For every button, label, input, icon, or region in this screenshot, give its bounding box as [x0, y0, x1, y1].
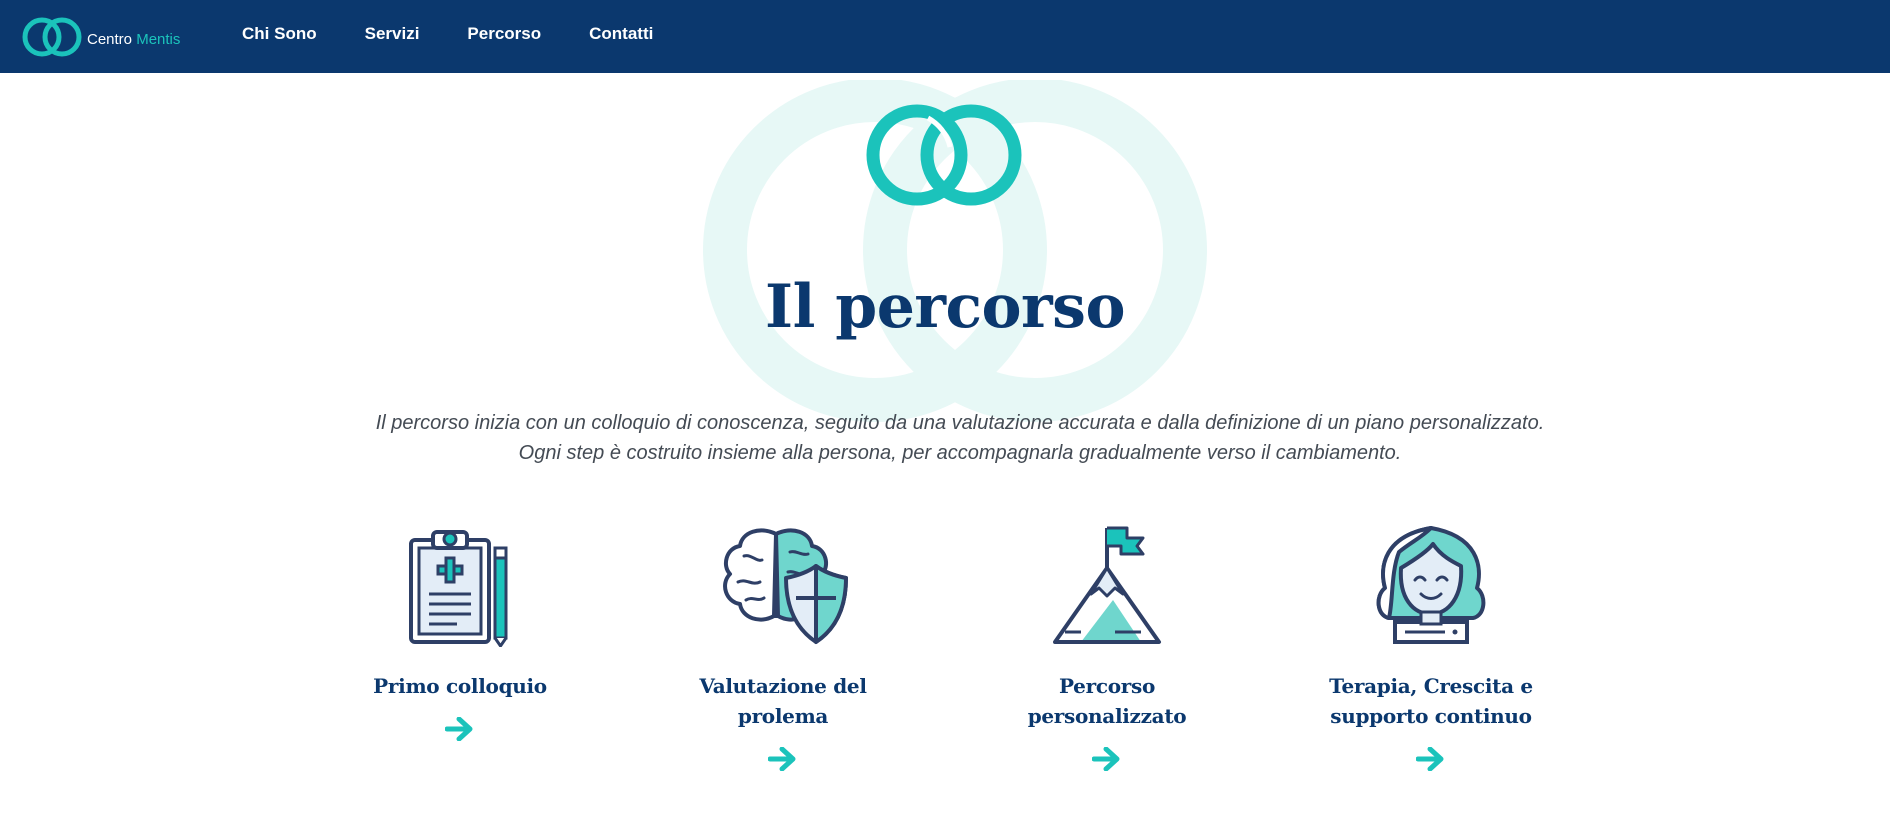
- intro-line-1: Il percorso inizia con un colloquio di c…: [375, 412, 1545, 434]
- arrow-right-icon[interactable]: [768, 747, 798, 771]
- top-navbar: Centro Mentis Chi Sono Servizi Percorso …: [0, 0, 1890, 73]
- step-title-line-2: supporto continuo: [1330, 704, 1532, 728]
- brand-name: Centro Mentis: [87, 30, 181, 48]
- nav-servizi[interactable]: Servizi: [365, 24, 420, 44]
- intro-line-2: Ogni step è costruito insieme alla perso…: [518, 442, 1402, 464]
- hero-rings-logo-icon: [866, 104, 1022, 206]
- step-terapia: Terapia, Crescita e supporto continuo: [1301, 522, 1561, 771]
- arrow-right-icon[interactable]: [1092, 747, 1122, 771]
- step-title: Primo colloquio: [373, 674, 547, 698]
- step-title: Terapia, Crescita e supporto continuo: [1301, 671, 1561, 731]
- nav-contatti[interactable]: Contatti: [589, 24, 653, 44]
- arrow-right-icon[interactable]: [445, 717, 475, 741]
- nav-chi-sono[interactable]: Chi Sono: [242, 24, 317, 44]
- nav-percorso[interactable]: Percorso: [467, 24, 541, 44]
- brand-name-accent: Mentis: [136, 30, 181, 48]
- step-title: Percorso personalizzato: [1027, 674, 1187, 728]
- step-title: Valutazione del prolema: [699, 674, 867, 728]
- clipboard-icon: [409, 530, 508, 647]
- brain-shield-icon: [723, 528, 848, 644]
- intro-text: Il percorso inizia con un colloquio di c…: [0, 408, 1890, 468]
- main-nav: Chi Sono Servizi Percorso Contatti: [242, 24, 701, 44]
- page-title: Il percorso: [765, 272, 1125, 342]
- step-valutazione: Valutazione del prolema: [653, 522, 913, 771]
- step-primo-colloquio: Primo colloquio: [330, 522, 590, 741]
- step-percorso-personalizzato: Percorso personalizzato: [977, 522, 1237, 771]
- rings-logo-icon: [22, 17, 82, 57]
- arrow-right-icon[interactable]: [1416, 747, 1446, 771]
- mountain-flag-icon: [1053, 526, 1161, 644]
- woman-icon: [1376, 526, 1486, 644]
- brand-logo[interactable]: Centro Mentis: [22, 16, 180, 58]
- step-title-line-1: Terapia, Crescita e: [1329, 674, 1533, 698]
